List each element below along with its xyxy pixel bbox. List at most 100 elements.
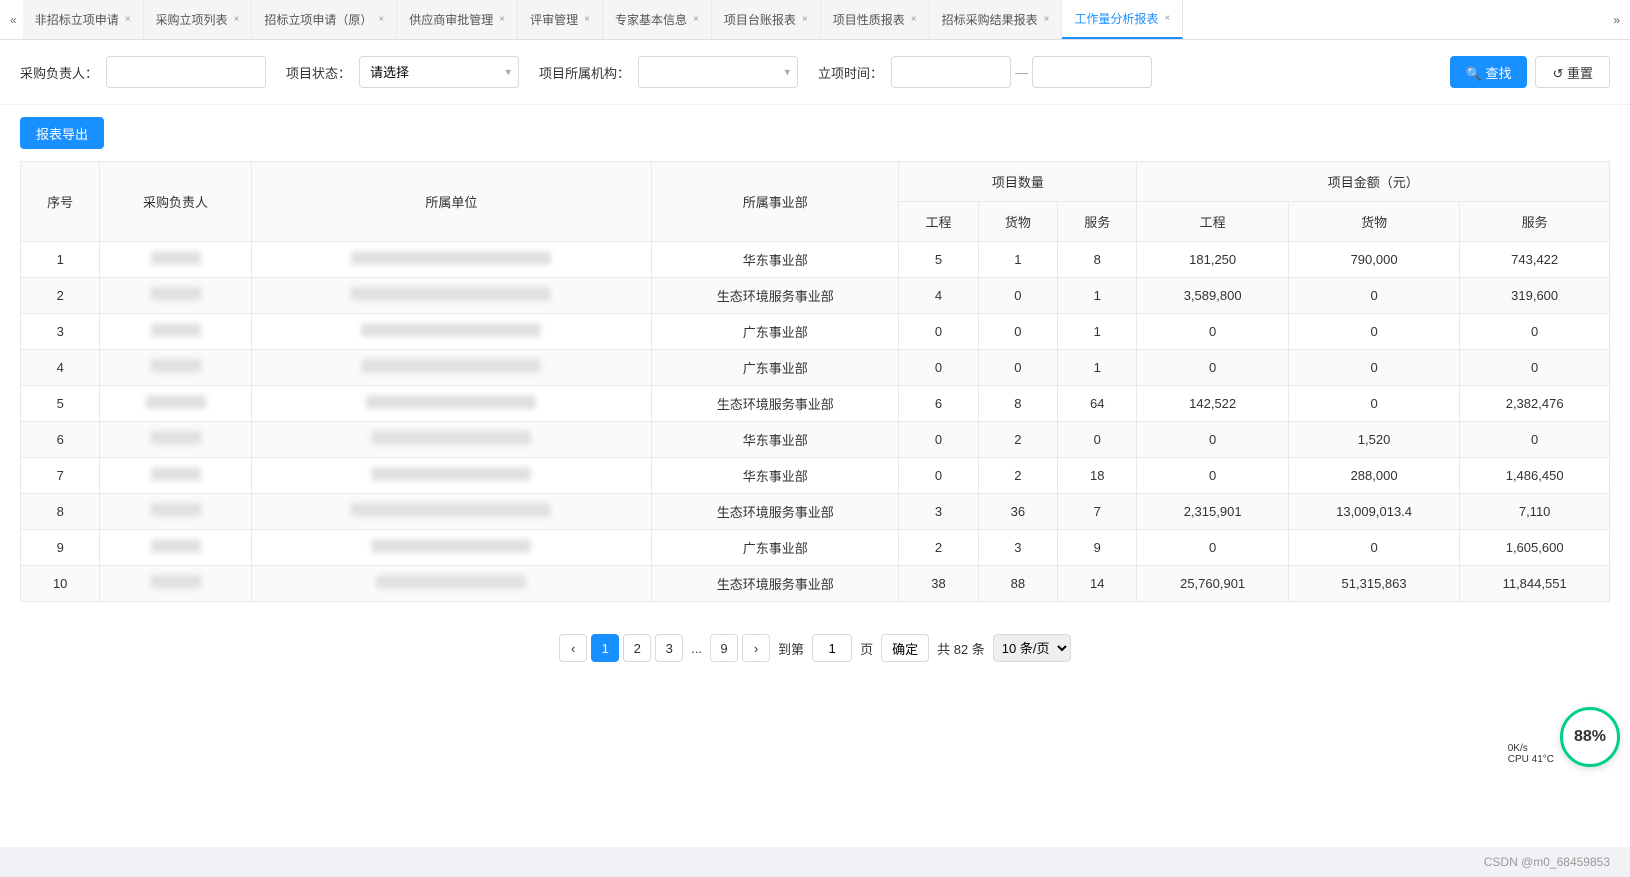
tab-close-2[interactable]: × — [378, 14, 384, 25]
reset-button[interactable]: ↺ 重置 — [1535, 56, 1610, 88]
tab-label: 招标立项申请（原） — [264, 11, 372, 28]
col-qty-group: 项目数量 — [899, 162, 1137, 202]
page-2[interactable]: 2 — [623, 634, 651, 662]
export-button[interactable]: 报表导出 — [20, 117, 104, 149]
tab-label: 项目性质报表 — [833, 11, 905, 28]
total-count: 共 82 条 — [937, 639, 985, 658]
tab-item-5[interactable]: 专家基本信息 × — [603, 0, 712, 39]
cell-amt-eng: 0 — [1137, 458, 1288, 494]
date-separator: — — [1015, 65, 1028, 80]
cell-amt-svc: 0 — [1460, 422, 1610, 458]
cell-qty-goods: 0 — [978, 278, 1057, 314]
cell-amt-goods: 790,000 — [1288, 242, 1459, 278]
cell-qty-goods: 3 — [978, 530, 1057, 566]
page-prev[interactable]: ‹ — [559, 634, 587, 662]
cell-amt-eng: 0 — [1137, 314, 1288, 350]
cell-amt-goods: 0 — [1288, 530, 1459, 566]
tab-item-2[interactable]: 招标立项申请（原） × — [252, 0, 397, 39]
cell-qty-goods: 2 — [978, 458, 1057, 494]
cpu-info: 0K/s CPU 41°C — [1504, 741, 1558, 767]
cell-dept: 生态环境服务事业部 — [652, 386, 899, 422]
cell-qty-svc: 7 — [1058, 494, 1137, 530]
cell-unit — [251, 242, 651, 278]
page-next[interactable]: › — [742, 634, 770, 662]
table-container: 序号 采购负责人 所属单位 所属事业部 项目数量 项目金额（元） 工程 货物 服… — [0, 161, 1630, 622]
cell-dept: 生态环境服务事业部 — [652, 566, 899, 602]
cell-seq: 4 — [21, 350, 100, 386]
tab-label: 专家基本信息 — [615, 11, 687, 28]
tab-item-9[interactable]: 工作量分析报表× — [1062, 0, 1183, 39]
tab-item-7[interactable]: 项目性质报表 × — [821, 0, 930, 39]
goto-input[interactable] — [812, 634, 852, 662]
page-3[interactable]: 3 — [655, 634, 683, 662]
org-select-wrapper — [638, 56, 798, 88]
tab-close-7[interactable]: × — [911, 14, 917, 25]
cell-qty-eng: 6 — [899, 386, 978, 422]
cell-qty-eng: 0 — [899, 314, 978, 350]
date-start-input[interactable] — [891, 56, 1011, 88]
tab-item-3[interactable]: 供应商审批管理× — [397, 0, 518, 39]
cpu-temp: CPU 41°C — [1508, 754, 1554, 765]
page-1[interactable]: 1 — [591, 634, 619, 662]
cell-qty-eng: 0 — [899, 458, 978, 494]
cell-buyer — [100, 458, 251, 494]
table-row: 8 生态环境服务事业部 3 36 7 2,315,901 13,009,013.… — [21, 494, 1610, 530]
tab-close-5[interactable]: × — [693, 14, 699, 25]
cell-seq: 8 — [21, 494, 100, 530]
col-qty-goods: 货物 — [978, 202, 1057, 242]
cell-seq: 2 — [21, 278, 100, 314]
status-select[interactable]: 请选择 — [359, 56, 519, 88]
tab-close-6[interactable]: × — [802, 14, 808, 25]
tab-item-4[interactable]: 评审管理× — [518, 0, 603, 39]
tab-nav-right[interactable]: » — [1607, 13, 1626, 27]
cell-qty-goods: 1 — [978, 242, 1057, 278]
cell-amt-svc: 743,422 — [1460, 242, 1610, 278]
footer-watermark: CSDN @m0_68459853 — [0, 847, 1630, 877]
page-unit: 页 — [860, 639, 873, 658]
org-select[interactable] — [638, 56, 798, 88]
cell-qty-svc: 64 — [1058, 386, 1137, 422]
cell-amt-goods: 0 — [1288, 278, 1459, 314]
cell-amt-goods: 13,009,013.4 — [1288, 494, 1459, 530]
tab-close-9[interactable]: × — [1164, 13, 1170, 24]
cell-seq: 7 — [21, 458, 100, 494]
cell-amt-svc: 0 — [1460, 314, 1610, 350]
date-end-input[interactable] — [1032, 56, 1152, 88]
filter-actions: 🔍 查找 ↺ 重置 — [1450, 56, 1610, 88]
buyer-input[interactable] — [106, 56, 266, 88]
col-amt-goods: 货物 — [1288, 202, 1459, 242]
cell-amt-eng: 181,250 — [1137, 242, 1288, 278]
cpu-percent: 88% — [1574, 728, 1606, 746]
cell-unit — [251, 278, 651, 314]
cell-seq: 6 — [21, 422, 100, 458]
search-button[interactable]: 🔍 查找 — [1450, 56, 1528, 88]
cell-qty-goods: 36 — [978, 494, 1057, 530]
cell-qty-svc: 8 — [1058, 242, 1137, 278]
cell-seq: 9 — [21, 530, 100, 566]
cell-qty-svc: 0 — [1058, 422, 1137, 458]
filter-status: 项目状态： 请选择 — [286, 56, 519, 88]
tab-close-4[interactable]: × — [584, 14, 590, 25]
tab-item-6[interactable]: 项目台账报表× — [712, 0, 821, 39]
table-row: 7 华东事业部 0 2 18 0 288,000 1,486,450 — [21, 458, 1610, 494]
col-dept: 所属事业部 — [652, 162, 899, 242]
status-label: 项目状态： — [286, 63, 351, 82]
status-select-wrapper: 请选择 — [359, 56, 519, 88]
col-seq: 序号 — [21, 162, 100, 242]
cell-unit — [251, 566, 651, 602]
tab-close-1[interactable]: × — [234, 14, 240, 25]
goto-confirm[interactable]: 确定 — [881, 634, 929, 662]
tab-nav-left[interactable]: « — [4, 13, 23, 27]
page-9[interactable]: 9 — [710, 634, 738, 662]
tab-item-8[interactable]: 招标采购结果报表× — [930, 0, 1063, 39]
tab-close-0[interactable]: × — [125, 14, 131, 25]
cell-amt-svc: 1,486,450 — [1460, 458, 1610, 494]
cell-unit — [251, 458, 651, 494]
page-size-select[interactable]: 10 条/页 20 条/页 50 条/页 — [993, 634, 1071, 662]
cell-qty-eng: 3 — [899, 494, 978, 530]
tab-close-3[interactable]: × — [499, 14, 505, 25]
tab-item-1[interactable]: 采购立项列表× — [144, 0, 253, 39]
tab-close-8[interactable]: × — [1044, 14, 1050, 25]
cell-amt-svc: 2,382,476 — [1460, 386, 1610, 422]
tab-item-0[interactable]: 非招标立项申请× — [23, 0, 144, 39]
